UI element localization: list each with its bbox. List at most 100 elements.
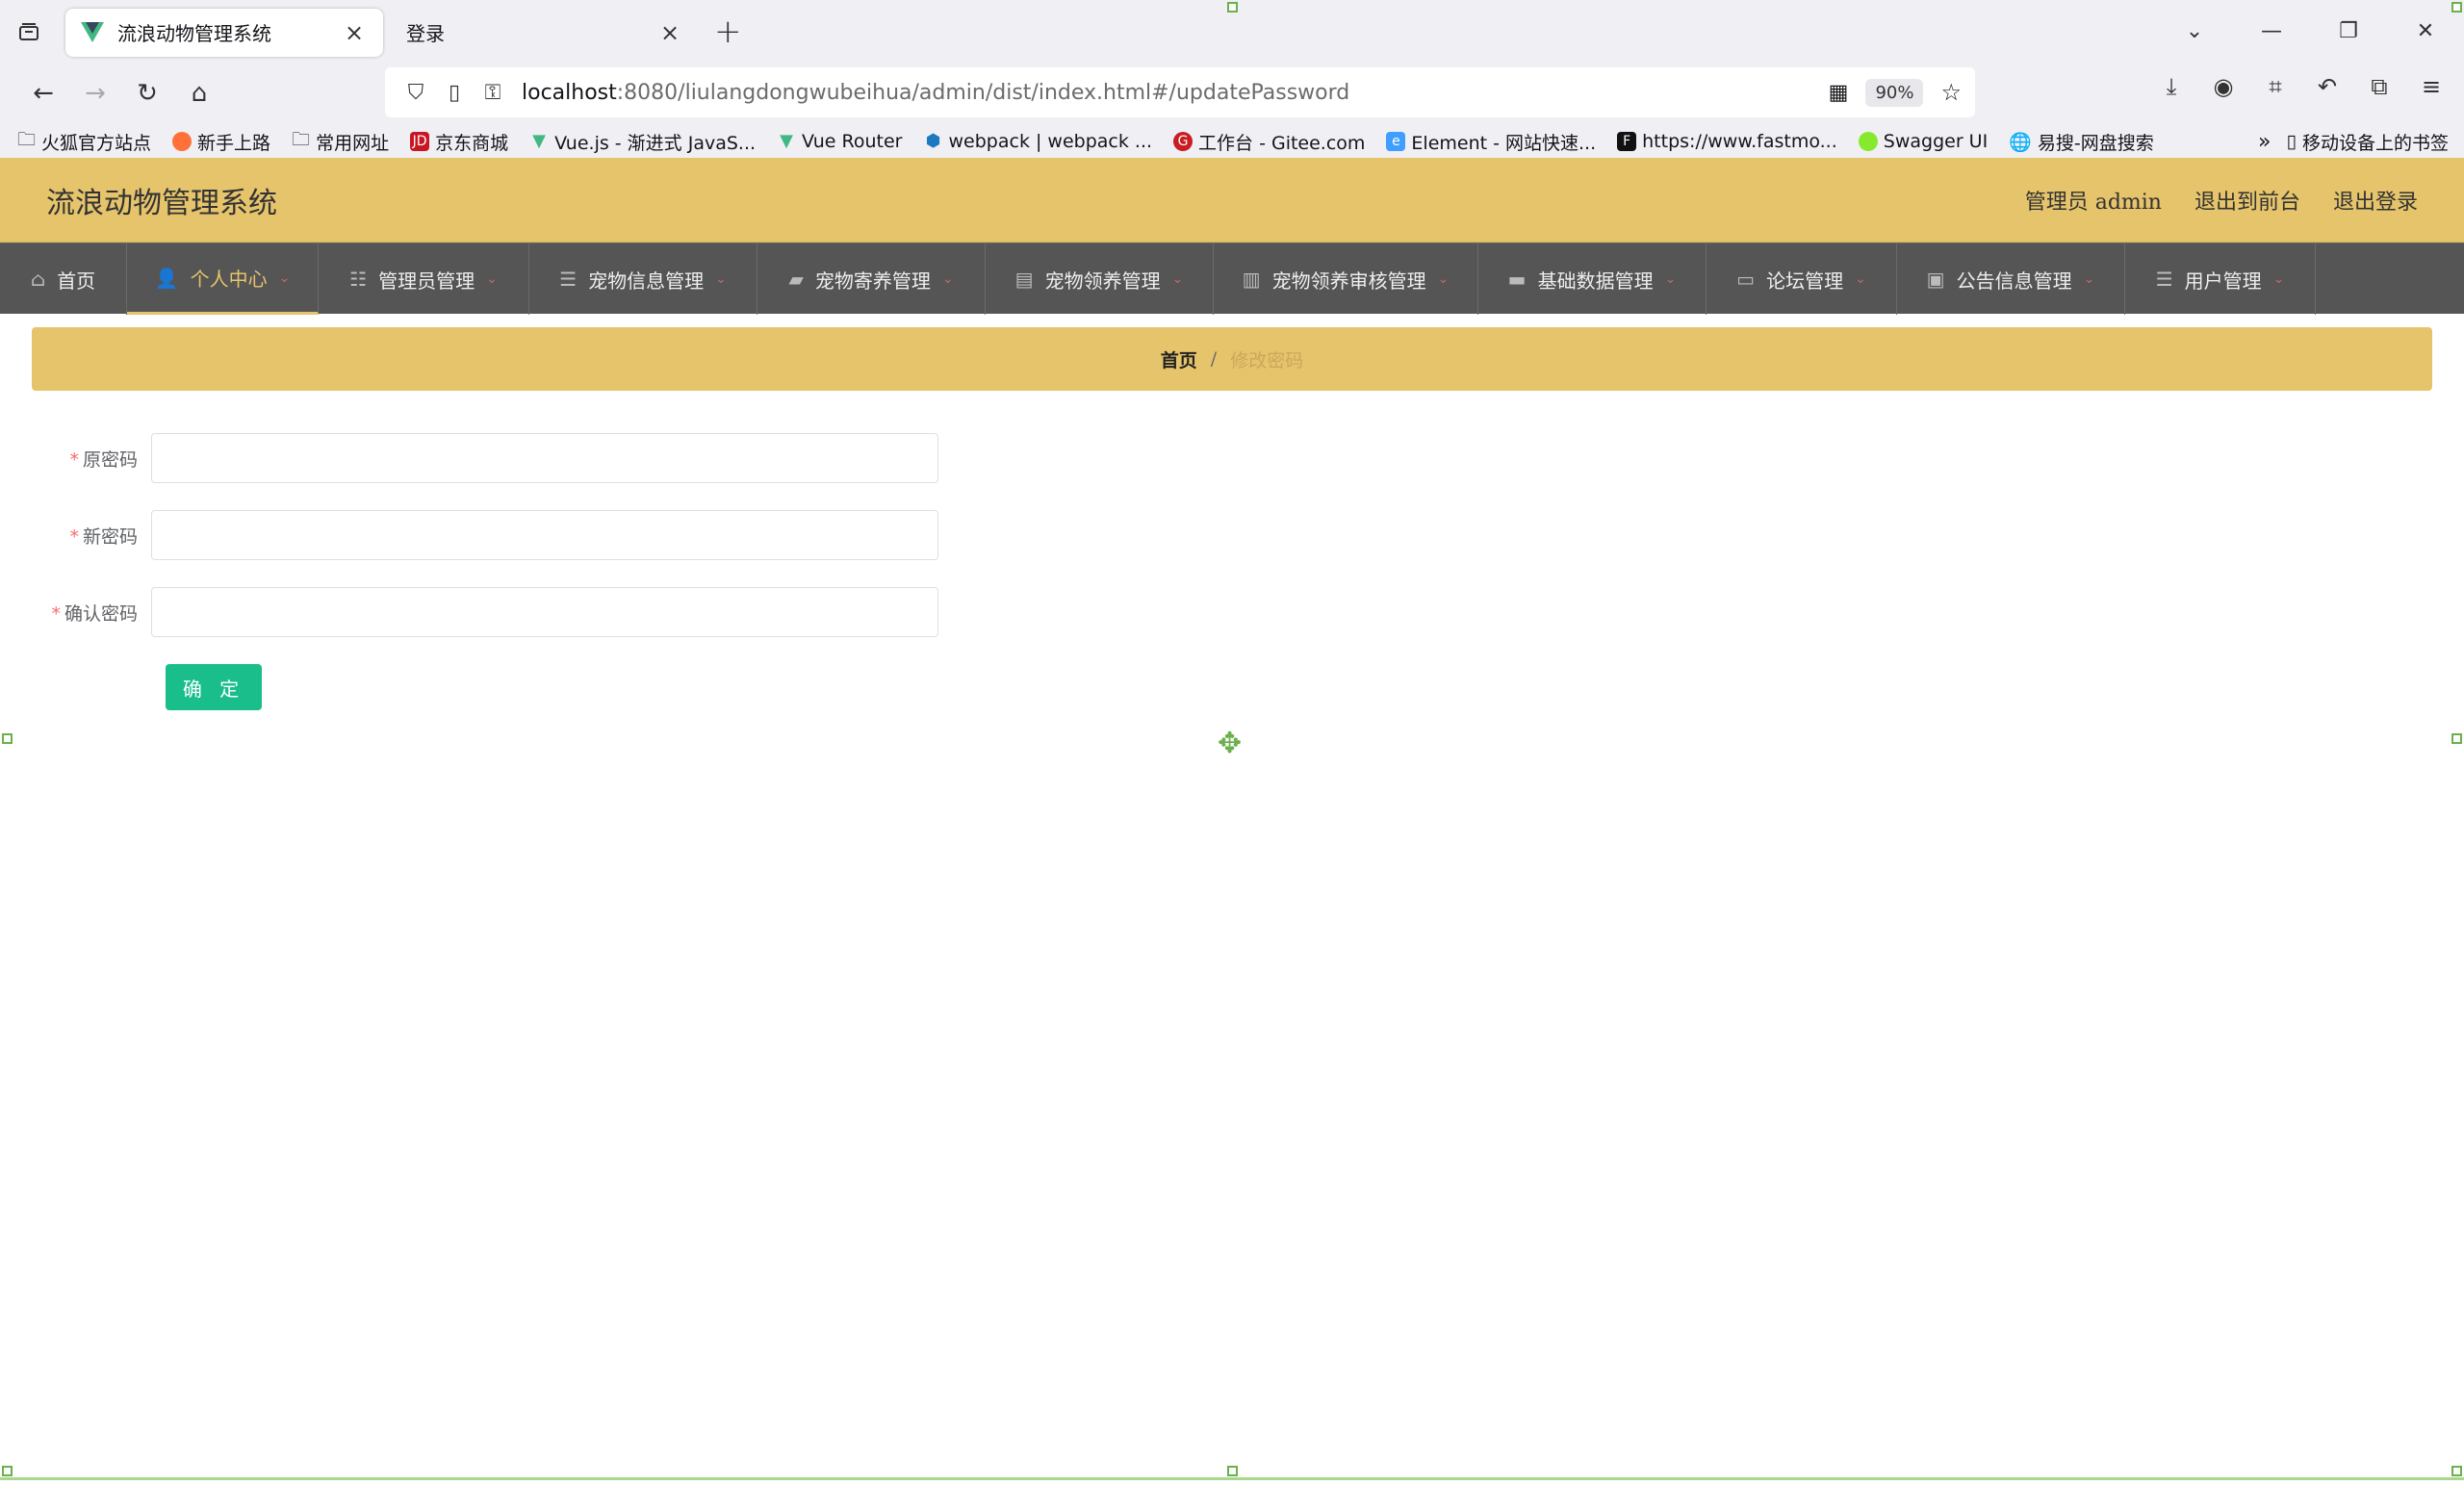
download-icon[interactable]: ⤓ <box>2152 73 2191 100</box>
close-window-icon[interactable]: ✕ <box>2387 19 2464 43</box>
back-button[interactable]: ← <box>17 67 69 119</box>
menu-item-pet-info[interactable]: ☰ 宠物信息管理 ⌄ <box>529 243 757 315</box>
vue-logo-icon <box>81 21 104 42</box>
vue-icon: ▼ <box>532 131 547 151</box>
shield-icon[interactable]: ⛉ <box>397 81 435 105</box>
menu-item-forum[interactable]: ▭ 论坛管理 ⌄ <box>1707 243 1897 315</box>
chevron-down-icon: ⌄ <box>1664 271 1677 287</box>
home-button[interactable]: ⌂ <box>173 67 225 119</box>
mobile-bookmarks[interactable]: ▯ 移动设备上的书签 <box>2287 129 2449 155</box>
resize-handle[interactable] <box>2 733 13 744</box>
old-password-row: * 原密码 <box>32 433 938 483</box>
element-icon: e <box>1386 132 1406 151</box>
webpack-icon: ⬢ <box>925 131 941 151</box>
bookmarks-bar: 🗀 火狐官方站点 新手上路 🗀 常用网址 JD 京东商城 ▼ Vue.js - 渐进式 … <box>0 124 2464 159</box>
old-password-input[interactable] <box>151 433 938 483</box>
bookmark-item[interactable]: 新手上路 <box>172 129 270 155</box>
zoom-level[interactable]: 90% <box>1865 78 1924 107</box>
bookmark-item[interactable]: 🗀 火狐官方站点 <box>17 126 151 157</box>
close-tab-icon[interactable]: × <box>656 19 683 46</box>
account-icon[interactable]: ◉ <box>2204 73 2243 100</box>
home-icon: ⌂ <box>30 268 46 291</box>
reload-button[interactable]: ↻ <box>121 67 173 119</box>
bookmark-item[interactable]: 🌐 易搜-网盘搜索 <box>2009 129 2154 155</box>
sliders-icon: ☷ <box>349 268 368 291</box>
chevron-down-icon: ⌄ <box>1437 271 1450 287</box>
monitor-icon: ▬ <box>1507 268 1527 291</box>
resize-handle[interactable] <box>2451 1466 2462 1476</box>
firefox-icon <box>172 132 192 151</box>
breadcrumb-separator: / <box>1210 348 1218 370</box>
chevron-down-icon: ⌄ <box>715 271 727 287</box>
chevron-down-icon: ⌄ <box>1855 271 1866 287</box>
confirm-password-label: * 确认密码 <box>51 602 138 625</box>
tab-list-icon <box>19 22 38 40</box>
menu-item-notice[interactable]: ▣ 公告信息管理 ⌄ <box>1897 243 2125 315</box>
resize-handle[interactable] <box>2 1466 13 1476</box>
chevron-down-icon: ⌄ <box>941 271 954 287</box>
vue-icon: ▼ <box>780 131 793 151</box>
book-icon: ▥ <box>1242 268 1261 291</box>
menu-item-home[interactable]: ⌂ 首页 <box>0 243 127 315</box>
menu-item-adoption-review[interactable]: ▥ 宠物领养审核管理 ⌄ <box>1214 243 1478 315</box>
resize-handle[interactable] <box>2451 733 2462 744</box>
tab-active[interactable]: 流浪动物管理系统 × <box>65 8 383 57</box>
new-password-label: * 新密码 <box>69 525 138 548</box>
confirm-password-input[interactable] <box>151 587 938 637</box>
address-bar[interactable]: ⛉ ▯ ⚿ localhost:8080/liulangdongwubeihua… <box>385 67 1975 117</box>
key-icon[interactable]: ⚿ <box>474 81 512 105</box>
selection-border <box>0 1477 2464 1480</box>
tab-list-button[interactable] <box>0 0 58 63</box>
menu-item-personal-center[interactable]: 👤 个人中心 ⌄ <box>127 243 319 315</box>
undo-icon[interactable]: ↶ <box>2308 73 2347 100</box>
tab-title: 流浪动物管理系统 <box>117 22 271 45</box>
logout-link[interactable]: 退出登录 <box>2333 185 2418 216</box>
menu-icon[interactable]: ≡ <box>2412 73 2451 100</box>
move-icon[interactable]: ✥ <box>1218 727 1242 760</box>
chevron-down-icon[interactable]: ⌄ <box>2156 19 2233 43</box>
restore-icon[interactable]: ❐ <box>2310 19 2387 43</box>
chevron-down-icon: ⌄ <box>2272 271 2285 287</box>
breadcrumb-current: 修改密码 <box>1230 349 1304 371</box>
star-icon[interactable]: ☆ <box>1940 79 1962 106</box>
resize-handle[interactable] <box>1227 1466 1238 1476</box>
bookmark-item[interactable]: 🗀 常用网址 <box>292 126 389 157</box>
submit-button[interactable]: 确 定 <box>166 664 262 710</box>
bookmark-item[interactable]: Fhttps://www.fastmo... <box>1617 131 1837 152</box>
menu-item-pet-foster[interactable]: ▰ 宠物寄养管理 ⌄ <box>757 243 986 315</box>
extensions-icon[interactable]: ⧉ <box>2360 73 2399 100</box>
resize-handle[interactable] <box>2451 2 2462 13</box>
chevron-down-icon: ⌄ <box>486 271 498 287</box>
menu-item-pet-adoption[interactable]: ▤ 宠物领养管理 ⌄ <box>986 243 1214 315</box>
menu-item-base-data[interactable]: ▬ 基础数据管理 ⌄ <box>1478 243 1707 315</box>
bookmark-item[interactable]: G 工作台 - Gitee.com <box>1173 129 1365 155</box>
resize-handle[interactable] <box>1227 2 1238 13</box>
page-icon: ▯ <box>448 80 461 105</box>
user-icon: 👤 <box>154 266 179 290</box>
crop-icon[interactable]: ⌗ <box>2256 73 2295 100</box>
confirm-password-row: * 确认密码 <box>32 587 938 637</box>
bookmark-item[interactable]: e Element - 网站快速... <box>1386 129 1596 155</box>
new-password-input[interactable] <box>151 510 938 560</box>
tab-inactive[interactable]: 登录 × <box>391 9 699 57</box>
globe-icon: 🌐 <box>2009 131 2032 153</box>
browser-chrome: 流浪动物管理系统 × 登录 × + ⌄ — ❐ ✕ ← → ↻ ⌂ ⛉ ▯ ⚿ … <box>0 0 2464 159</box>
menu-item-user-management[interactable]: ☰ 用户管理 ⌄ <box>2125 243 2316 315</box>
more-bookmarks-icon[interactable]: » <box>2258 130 2271 154</box>
menu-item-admin-management[interactable]: ☷ 管理员管理 ⌄ <box>319 243 529 315</box>
folder-icon: 🗀 <box>292 129 311 150</box>
qr-code-icon[interactable]: ▦ <box>1829 81 1849 105</box>
new-tab-button[interactable]: + <box>714 13 742 51</box>
close-tab-icon[interactable]: × <box>341 19 368 46</box>
minimize-icon[interactable]: — <box>2233 19 2310 43</box>
forward-button[interactable]: → <box>69 67 121 119</box>
bookmark-item[interactable]: JD 京东商城 <box>410 129 508 155</box>
mobile-icon: ▯ <box>2286 131 2297 152</box>
bookmark-item[interactable]: ▼ Vue Router <box>777 131 902 152</box>
bookmark-item[interactable]: ⬢ webpack | webpack ... <box>924 131 1152 152</box>
url-text[interactable]: localhost:8080/liulangdongwubeihua/admin… <box>522 81 1349 105</box>
bookmark-item[interactable]: ▼ Vue.js - 渐进式 JavaS... <box>529 129 756 155</box>
exit-to-front-link[interactable]: 退出到前台 <box>2194 185 2300 216</box>
bookmark-item[interactable]: Swagger UI <box>1858 131 1988 152</box>
breadcrumb-home[interactable]: 首页 <box>1161 346 1197 372</box>
